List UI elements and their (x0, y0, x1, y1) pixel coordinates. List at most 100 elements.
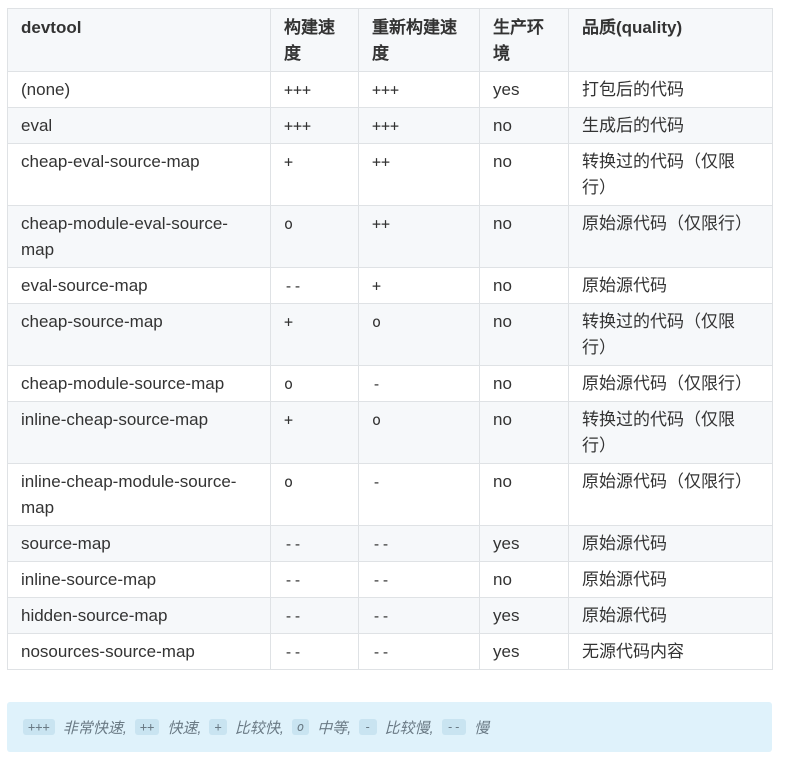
quality-cell: 转换过的代码（仅限行） (568, 143, 773, 206)
production-cell: no (479, 143, 569, 206)
devtool-cell: eval-source-map (7, 267, 271, 304)
legend-code: -- (441, 719, 467, 735)
devtool-cell: hidden-source-map (7, 597, 271, 634)
rebuild-speed-cell: - (358, 463, 480, 526)
table-row: eval +++ +++ no 生成后的代码 (7, 107, 773, 144)
devtool-cell: cheap-module-eval-source-map (7, 205, 271, 268)
devtool-cell: nosources-source-map (7, 633, 271, 670)
rebuild-speed-cell: +++ (358, 107, 480, 144)
production-cell: yes (479, 71, 569, 108)
header-devtool: devtool (7, 8, 271, 72)
production-cell: no (479, 267, 569, 304)
table-row: (none) +++ +++ yes 打包后的代码 (7, 71, 773, 108)
devtool-cell: (none) (7, 71, 271, 108)
build-speed-cell: o (270, 205, 359, 268)
production-cell: no (479, 561, 569, 598)
devtool-cell: cheap-eval-source-map (7, 143, 271, 206)
quality-cell: 原始源代码（仅限行） (568, 463, 773, 526)
build-speed-cell: -- (270, 525, 359, 562)
table-row: hidden-source-map -- -- yes 原始源代码 (7, 597, 773, 634)
rebuild-speed-cell: ++ (358, 143, 480, 206)
table-row: inline-cheap-module-source-map o - no 原始源代码（… (7, 463, 773, 526)
header-rebuild-speed: 重新构建速度 (358, 8, 480, 72)
rebuild-speed-cell: ++ (358, 205, 480, 268)
build-speed-cell: + (270, 303, 359, 366)
legend-description: 比较快, (234, 719, 284, 737)
quality-cell: 生成后的代码 (568, 107, 773, 144)
production-cell: no (479, 365, 569, 402)
quality-cell: 原始源代码 (568, 267, 773, 304)
table-row: cheap-eval-source-map + ++ no 转换过的代码（仅限行） (7, 143, 773, 206)
build-speed-cell: -- (270, 561, 359, 598)
quality-cell: 打包后的代码 (568, 71, 773, 108)
rebuild-speed-cell: +++ (358, 71, 480, 108)
table-row: nosources-source-map -- -- yes 无源代码内容 (7, 633, 773, 670)
table-row: source-map -- -- yes 原始源代码 (7, 525, 773, 562)
build-speed-cell: +++ (270, 71, 359, 108)
build-speed-cell: + (270, 143, 359, 206)
table-row: cheap-module-source-map o - no 原始源代码（仅限行） (7, 365, 773, 402)
legend-code: - (359, 719, 377, 735)
rebuild-speed-cell: -- (358, 561, 480, 598)
rebuild-speed-cell: -- (358, 597, 480, 634)
production-cell: no (479, 401, 569, 464)
build-speed-cell: -- (270, 267, 359, 304)
build-speed-cell: o (270, 365, 359, 402)
rebuild-speed-cell: o (358, 303, 480, 366)
table-row: inline-source-map -- -- no 原始源代码 (7, 561, 773, 598)
legend-code: ++ (134, 719, 160, 735)
build-speed-cell: + (270, 401, 359, 464)
build-speed-cell: -- (270, 633, 359, 670)
production-cell: no (479, 303, 569, 366)
production-cell: yes (479, 633, 569, 670)
table-body: (none) +++ +++ yes 打包后的代码 eval +++ +++ no 生成后的代码 c… (7, 71, 773, 670)
table-row: inline-cheap-source-map + o no 转换过的代码（仅限行） (7, 401, 773, 464)
legend-description: 非常快速, (62, 719, 127, 737)
table-header-row: devtool 构建速度 重新构建速度 生产环境 品质(quality) (7, 8, 773, 72)
legend-description: 比较慢, (384, 719, 434, 737)
quality-cell: 转换过的代码（仅限行） (568, 401, 773, 464)
devtool-cell: eval (7, 107, 271, 144)
quality-cell: 原始源代码（仅限行） (568, 205, 773, 268)
legend-code: +++ (23, 719, 55, 735)
legend-code: o (291, 719, 310, 735)
production-cell: no (479, 463, 569, 526)
header-production: 生产环境 (479, 8, 569, 72)
production-cell: no (479, 205, 569, 268)
table-row: cheap-module-eval-source-map o ++ no 原始源代码（仅… (7, 205, 773, 268)
header-build-speed: 构建速度 (270, 8, 359, 72)
devtool-cell: inline-cheap-source-map (7, 401, 271, 464)
rebuild-speed-cell: -- (358, 525, 480, 562)
quality-cell: 原始源代码 (568, 597, 773, 634)
legend-description: 快速, (167, 719, 202, 737)
header-quality: 品质(quality) (568, 8, 773, 72)
quality-cell: 原始源代码 (568, 525, 773, 562)
speed-legend: +++ 非常快速, ++ 快速, + 比较快, o 中等, - 比较慢, -- 慢 (7, 702, 772, 752)
quality-cell: 原始源代码 (568, 561, 773, 598)
table-row: cheap-source-map + o no 转换过的代码（仅限行） (7, 303, 773, 366)
production-cell: no (479, 107, 569, 144)
quality-cell: 转换过的代码（仅限行） (568, 303, 773, 366)
legend-description: 中等, (317, 719, 352, 737)
rebuild-speed-cell: o (358, 401, 480, 464)
build-speed-cell: o (270, 463, 359, 526)
legend-description: 慢 (474, 719, 490, 737)
quality-cell: 原始源代码（仅限行） (568, 365, 773, 402)
devtool-cell: cheap-module-source-map (7, 365, 271, 402)
build-speed-cell: +++ (270, 107, 359, 144)
rebuild-speed-cell: + (358, 267, 480, 304)
legend-code: + (209, 719, 227, 735)
devtool-cell: source-map (7, 525, 271, 562)
table-row: eval-source-map -- + no 原始源代码 (7, 267, 773, 304)
rebuild-speed-cell: - (358, 365, 480, 402)
build-speed-cell: -- (270, 597, 359, 634)
quality-cell: 无源代码内容 (568, 633, 773, 670)
rebuild-speed-cell: -- (358, 633, 480, 670)
devtool-comparison-table-wrapper: devtool 构建速度 重新构建速度 生产环境 品质(quality) (no… (7, 8, 773, 670)
production-cell: yes (479, 525, 569, 562)
devtool-cell: inline-cheap-module-source-map (7, 463, 271, 526)
production-cell: yes (479, 597, 569, 634)
devtool-comparison-table: devtool 构建速度 重新构建速度 生产环境 品质(quality) (no… (7, 8, 773, 670)
devtool-cell: cheap-source-map (7, 303, 271, 366)
devtool-cell: inline-source-map (7, 561, 271, 598)
